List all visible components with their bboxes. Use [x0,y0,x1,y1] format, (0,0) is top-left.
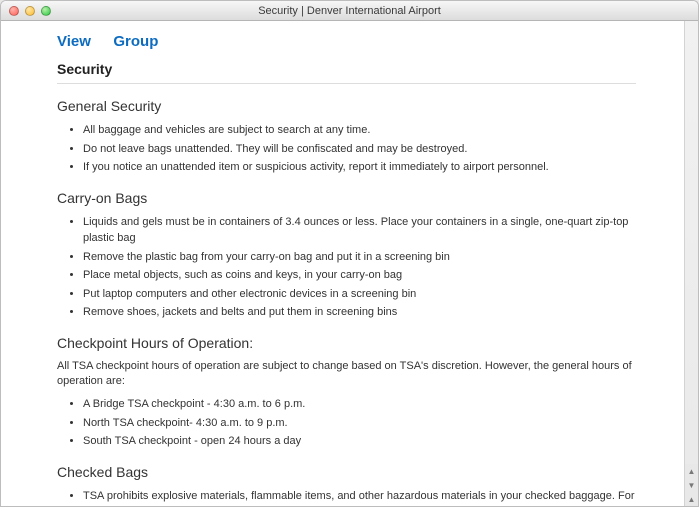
window-titlebar: Security | Denver International Airport [1,1,698,21]
menu-group[interactable]: Group [113,33,158,50]
list-item: Remove shoes, jackets and belts and put … [83,304,636,321]
vertical-scrollbar[interactable]: ▲ ▼ ▲ [684,21,698,506]
heading-hours: Checkpoint Hours of Operation: [57,335,636,351]
checked-item-text: TSA prohibits explosive materials, flamm… [83,490,635,506]
list-item: Liquids and gels must be in containers o… [83,214,636,247]
list-item: All baggage and vehicles are subject to … [83,122,636,139]
list-checked-bags: TSA prohibits explosive materials, flamm… [83,488,636,506]
heading-general-security: General Security [57,98,636,114]
page-title: Security [57,61,636,84]
list-general-security: All baggage and vehicles are subject to … [83,122,636,176]
heading-carry-on: Carry-on Bags [57,190,636,206]
list-item: If you notice an unattended item or susp… [83,159,636,176]
list-item: A Bridge TSA checkpoint - 4:30 a.m. to 6… [83,396,636,413]
list-item: Remove the plastic bag from your carry-o… [83,249,636,266]
list-item: Do not leave bags unattended. They will … [83,141,636,158]
list-item: Put laptop computers and other electroni… [83,286,636,303]
scroll-down-icon[interactable]: ▼ [685,478,698,492]
menu-view[interactable]: View [57,33,91,50]
list-item: TSA prohibits explosive materials, flamm… [83,488,636,506]
page-content: View Group Security General Security All… [1,21,684,506]
traffic-lights [9,6,51,16]
scroll-up-icon[interactable]: ▲ [685,492,698,506]
minimize-icon[interactable] [25,6,35,16]
hours-intro: All TSA checkpoint hours of operation ar… [57,359,636,391]
list-item: Place metal objects, such as coins and k… [83,267,636,284]
browser-window: Security | Denver International Airport … [0,0,699,507]
list-item: South TSA checkpoint - open 24 hours a d… [83,433,636,450]
zoom-icon[interactable] [41,6,51,16]
list-item: North TSA checkpoint- 4:30 a.m. to 9 p.m… [83,415,636,432]
close-icon[interactable] [9,6,19,16]
list-hours: A Bridge TSA checkpoint - 4:30 a.m. to 6… [83,396,636,450]
scroll-up-icon[interactable]: ▲ [685,464,698,478]
heading-checked-bags: Checked Bags [57,464,636,480]
content-wrap: View Group Security General Security All… [1,21,698,506]
list-carry-on: Liquids and gels must be in containers o… [83,214,636,321]
window-title: Security | Denver International Airport [1,5,698,17]
page-menu: View Group [57,27,636,61]
